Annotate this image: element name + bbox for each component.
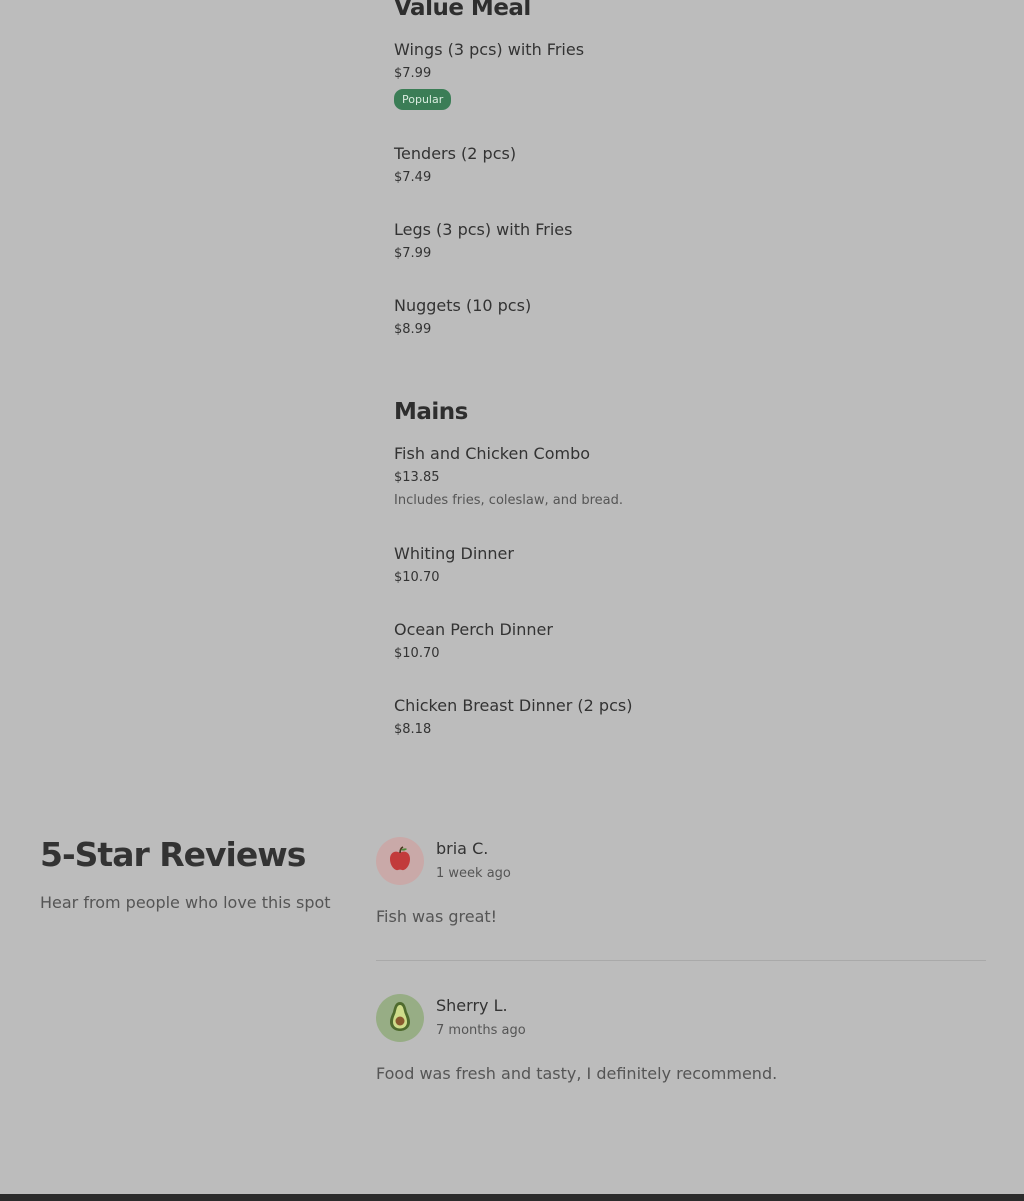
reviews-title: 5-Star Reviews — [40, 835, 306, 874]
divider — [376, 960, 986, 961]
menu-item-name: Chicken Breast Dinner (2 pcs) — [394, 696, 633, 715]
menu-item-name: Nuggets (10 pcs) — [394, 296, 532, 315]
reviews-subtitle: Hear from people who love this spot — [40, 893, 331, 912]
footer-bar — [0, 1194, 1024, 1201]
menu-item-description: Includes fries, coleslaw, and bread. — [394, 493, 624, 508]
apple-icon — [385, 844, 415, 878]
menu-item-price: $13.85 — [394, 470, 440, 485]
reviewer-name: bria C. — [436, 839, 489, 858]
menu-item-name: Tenders (2 pcs) — [394, 144, 517, 163]
menu-item-name: Legs (3 pcs) with Fries — [394, 220, 573, 239]
avocado-icon — [385, 1000, 415, 1036]
menu-item-price: $7.99 — [394, 246, 432, 261]
reviewer-name: Sherry L. — [436, 996, 508, 1015]
menu-item-price: $7.49 — [394, 170, 432, 185]
menu-item-price: $7.99 — [394, 66, 432, 81]
review-text: Fish was great! — [376, 907, 498, 926]
menu-item-name: Wings (3 pcs) with Fries — [394, 40, 585, 59]
menu-item[interactable]: Nuggets (10 pcs) $8.99 — [394, 296, 532, 337]
menu-item[interactable]: Chicken Breast Dinner (2 pcs) $8.18 — [394, 696, 633, 737]
menu-item[interactable]: Tenders (2 pcs) $7.49 — [394, 144, 517, 185]
menu-item-price: $10.70 — [394, 646, 440, 661]
menu-item[interactable]: Ocean Perch Dinner $10.70 — [394, 620, 553, 661]
menu-item-price: $8.99 — [394, 322, 432, 337]
avatar — [376, 837, 424, 885]
section-title-value-meal: Value Meal — [394, 0, 531, 21]
review-time: 7 months ago — [436, 1023, 526, 1038]
section-title-mains: Mains — [394, 399, 468, 425]
avatar — [376, 994, 424, 1042]
menu-item-name: Whiting Dinner — [394, 544, 514, 563]
review-time: 1 week ago — [436, 866, 511, 881]
menu-item[interactable]: Wings (3 pcs) with Fries $7.99 Popular — [394, 42, 584, 110]
menu-item-price: $8.18 — [394, 722, 432, 737]
menu-item[interactable]: Whiting Dinner $10.70 — [394, 544, 514, 585]
menu-item-name: Ocean Perch Dinner — [394, 620, 553, 639]
menu-item[interactable]: Fish and Chicken Combo $13.85 Includes f… — [394, 444, 624, 508]
menu-item-name: Fish and Chicken Combo — [394, 444, 591, 463]
menu-item[interactable]: Legs (3 pcs) with Fries $7.99 — [394, 220, 573, 261]
review-text: Food was fresh and tasty, I definitely r… — [376, 1064, 778, 1083]
menu-item-price: $10.70 — [394, 570, 440, 585]
popular-badge: Popular — [394, 89, 452, 110]
